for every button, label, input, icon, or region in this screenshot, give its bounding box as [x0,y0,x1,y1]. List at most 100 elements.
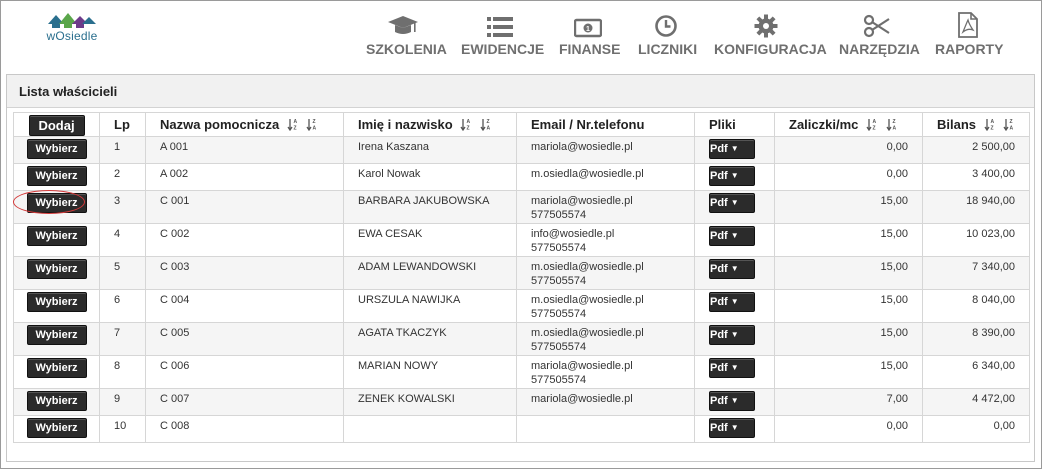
header-bilans[interactable]: Bilans AZ ZA [922,112,1030,137]
select-button[interactable]: Wybierz [26,325,87,345]
sort-asc-icon[interactable]: AZ [866,118,878,134]
nav-ewidencje[interactable]: EWIDENCJE [461,12,544,58]
phone-text: 577505574 [531,242,587,254]
svg-text:1: 1 [586,26,590,33]
cell-lp: 10 [99,415,146,443]
pdf-dropdown-button[interactable]: Pdf ▼ [709,259,755,279]
gear-icon [714,12,818,38]
caret-down-icon: ▼ [730,171,739,180]
pdf-dropdown-button[interactable]: Pdf ▼ [709,325,755,345]
header-nazwa[interactable]: Nazwa pomocnicza AZ ZA [145,112,344,137]
select-button[interactable]: Wybierz [26,391,87,411]
select-button[interactable]: Wybierz [26,139,87,159]
sort-asc-icon[interactable]: AZ [984,118,996,134]
select-button[interactable]: Wybierz [26,226,87,246]
email-text: m.osiedla@wosiedle.pl [531,327,644,339]
nav-szkolenia[interactable]: SZKOLENIA [366,12,447,58]
houses-logo-icon [48,13,96,28]
svg-text:Z: Z [1010,119,1013,125]
sort-desc-icon[interactable]: ZA [1003,118,1015,134]
pdf-dropdown-button[interactable]: Pdf ▼ [709,418,755,438]
svg-text:Z: Z [486,119,489,125]
nav-konfiguracja[interactable]: KONFIGURACJA [714,12,827,58]
sort-asc-icon[interactable]: AZ [287,118,299,134]
cell-zaliczki: 0,00 [774,415,923,443]
email-text: m.osiedla@wosiedle.pl [531,261,644,273]
cell-imie: MARIAN NOWY [343,355,517,389]
email-text: mariola@wosiedle.pl [531,195,633,207]
wosiedle-logo[interactable]: wOsiedle [44,10,100,44]
pdf-dropdown-button[interactable]: Pdf ▼ [709,358,755,378]
select-button[interactable]: Wybierz [26,358,87,378]
sort-asc-icon[interactable]: AZ [460,118,472,134]
phone-text: 577505574 [531,308,587,320]
nav-finanse[interactable]: 1 FINANSE [559,12,620,58]
email-text: m.osiedla@wosiedle.pl [531,294,644,306]
svg-text:Z: Z [293,126,296,132]
svg-text:A: A [313,126,317,132]
nav-narzedzia[interactable]: NARZĘDZIA [839,12,920,58]
pdf-dropdown-button[interactable]: Pdf ▼ [709,391,755,411]
top-header: wOsiedle SZKOLENIA EWIDENCJE 1 FINANSE L… [0,0,1042,68]
sort-desc-icon[interactable]: ZA [480,118,492,134]
cell-nazwa: C 006 [145,355,344,389]
caret-down-icon: ▼ [730,363,739,372]
cell-bilans: 0,00 [922,415,1030,443]
panel-title: Lista właścicieli [19,84,118,99]
table-row: Wybierz 6 C 004 URSZULA NAWIJKA m.osiedl… [13,289,1030,323]
select-button[interactable]: Wybierz [26,259,87,279]
nav-raporty[interactable]: RAPORTY [935,12,1003,58]
svg-text:Z: Z [873,126,876,132]
nav-liczniki[interactable]: LICZNIKI [638,12,697,58]
pdf-document-icon [935,12,1001,38]
table-row: Wybierz 10 C 008 Pdf ▼ 0,00 0,00 [13,415,1030,443]
sort-desc-icon[interactable]: ZA [306,118,318,134]
svg-text:A: A [293,119,297,125]
pdf-dropdown-button[interactable]: Pdf ▼ [709,193,755,213]
sort-desc-icon[interactable]: ZA [886,118,898,134]
cell-lp: 3 [99,190,146,224]
pdf-dropdown-button[interactable]: Pdf ▼ [709,226,755,246]
owners-panel: Lista właścicieli Dodaj Lp Nazwa pomocni… [6,74,1035,462]
table-header-row: Dodaj Lp Nazwa pomocnicza AZ ZA Imię i n… [13,112,1030,137]
header-add-cell: Dodaj [13,112,100,137]
svg-text:A: A [1010,126,1014,132]
cell-lp: 6 [99,289,146,323]
cell-contact: info@wosiedle.pl 577505574 [516,223,695,257]
add-button[interactable]: Dodaj [28,115,85,136]
cell-contact: mariola@wosiedle.pl 577505574 [516,355,695,389]
cell-imie: ZENEK KOWALSKI [343,388,517,416]
owners-table: Dodaj Lp Nazwa pomocnicza AZ ZA Imię i n… [13,112,1030,443]
email-text: mariola@wosiedle.pl [531,360,633,372]
cell-lp: 5 [99,256,146,290]
select-button[interactable]: Wybierz [26,166,87,186]
pdf-dropdown-button[interactable]: Pdf ▼ [709,139,755,159]
select-button[interactable]: Wybierz [26,418,87,438]
select-button[interactable]: Wybierz [26,292,87,312]
cell-nazwa: C 001 [145,190,344,224]
cell-imie: Irena Kaszana [343,136,517,164]
pdf-dropdown-button[interactable]: Pdf ▼ [709,292,755,312]
pdf-dropdown-button[interactable]: Pdf ▼ [709,166,755,186]
select-button[interactable]: Wybierz [26,193,87,213]
header-imie[interactable]: Imię i nazwisko AZ ZA [343,112,517,137]
list-icon [461,12,539,38]
svg-text:A: A [892,126,896,132]
scissors-icon [839,12,915,38]
svg-text:A: A [990,119,994,125]
cell-contact: mariola@wosiedle.pl [516,136,695,164]
header-lp[interactable]: Lp [99,112,146,137]
table-row: Wybierz 2 A 002 Karol Nowak m.osiedla@wo… [13,163,1030,191]
cell-contact: m.osiedla@wosiedle.pl 577505574 [516,289,695,323]
caret-down-icon: ▼ [730,144,739,153]
cell-contact: m.osiedla@wosiedle.pl 577505574 [516,322,695,356]
cell-bilans: 3 400,00 [922,163,1030,191]
header-zaliczki[interactable]: Zaliczki/mc AZ ZA [774,112,923,137]
cell-nazwa: C 003 [145,256,344,290]
cell-imie: BARBARA JAKUBOWSKA [343,190,517,224]
caret-down-icon: ▼ [730,330,739,339]
svg-text:Z: Z [467,126,470,132]
cell-lp: 9 [99,388,146,416]
graduation-cap-icon [366,12,440,38]
table-row: Wybierz 3 C 001 BARBARA JAKUBOWSKA mario… [13,190,1030,224]
